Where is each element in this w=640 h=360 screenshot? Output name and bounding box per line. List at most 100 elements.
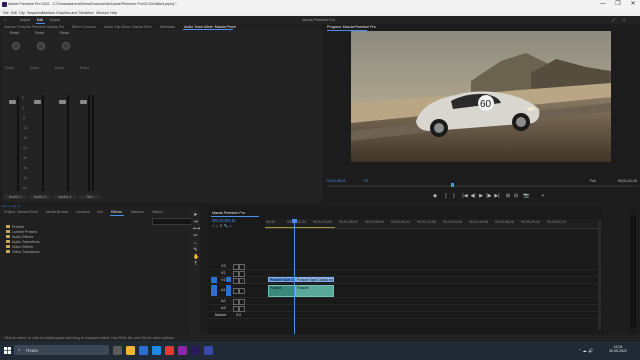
channel-2-fader[interactable]	[34, 100, 41, 104]
menu-sequence[interactable]: Sequence	[27, 11, 43, 15]
extract-icon[interactable]: ⊟	[513, 193, 519, 199]
menu-clip[interactable]: Clip	[19, 11, 25, 15]
timeline-snap-icon[interactable]: ⊓ ◇ ⊏ 🔧 ▭	[212, 224, 232, 228]
channel-3-pan-knob[interactable]	[62, 42, 70, 50]
channel-1-pan-knob[interactable]	[12, 42, 20, 50]
tab-metadata[interactable]: Metadata	[160, 25, 178, 29]
workspace-export[interactable]: Export	[50, 18, 60, 22]
fullscreen-icon[interactable]: ⤢	[612, 17, 615, 22]
zoom-level-dropdown[interactable]: Fit	[364, 179, 368, 183]
work-area-bar[interactable]	[265, 227, 335, 228]
notifications-icon[interactable]: ♫	[622, 17, 625, 22]
effect-folder-audio-effects[interactable]: Audio Effects	[12, 235, 33, 239]
mark-out-icon[interactable]: }	[451, 193, 457, 199]
step-forward-icon[interactable]: |▶	[486, 193, 492, 199]
menu-view[interactable]: View	[86, 11, 94, 15]
channel-3-read-mode[interactable]: Read	[55, 66, 64, 70]
channel-1-fader[interactable]	[9, 100, 16, 104]
system-tray-icons[interactable]: ⌃ ☁ 🔊	[578, 348, 593, 353]
task-view-icon[interactable]	[113, 346, 122, 355]
audio-clip[interactable]: Porsche	[295, 285, 334, 297]
master-volume-value[interactable]: 0.0	[236, 313, 241, 317]
effect-folder-audio-transitions[interactable]: Audio Transitions	[12, 240, 40, 244]
export-frame-icon[interactable]: 📷	[523, 193, 529, 199]
mark-in-icon[interactable]: {	[443, 193, 449, 199]
windows-start-icon[interactable]	[4, 347, 11, 354]
button-editor-icon[interactable]: +	[540, 193, 546, 199]
tab-markers[interactable]: Markers	[131, 210, 145, 214]
store-icon[interactable]	[152, 346, 161, 355]
track-label-v1[interactable]: V1	[221, 278, 226, 282]
tab-media-browser[interactable]: Media Browser	[46, 210, 68, 214]
timeline-playhead-handle[interactable]	[292, 219, 297, 223]
tab-info[interactable]: Info	[97, 210, 105, 214]
effect-folder-presets[interactable]: Presets	[12, 225, 24, 229]
effect-folder-video-transitions[interactable]: Video Transitions	[12, 250, 40, 254]
premiere-taskbar-icon[interactable]	[191, 346, 200, 355]
video-clip[interactable]: Porsche Sport Classic.mp4	[268, 277, 295, 282]
razor-tool-icon[interactable]: ✂	[193, 234, 198, 239]
master-fader[interactable]	[80, 100, 87, 104]
maximize-button[interactable]: ❐	[611, 1, 625, 8]
track-label-master[interactable]: Master	[215, 313, 227, 317]
menu-graphics[interactable]: Graphics and Titles	[56, 11, 87, 15]
effect-folder-lumetri-presets[interactable]: Lumetri Presets	[12, 230, 37, 234]
timeline-playhead[interactable]	[294, 219, 295, 334]
minimize-button[interactable]: —	[596, 1, 610, 8]
go-to-in-icon[interactable]: |◀	[462, 193, 468, 199]
taskbar-clock[interactable]: 12:04 30.05.2022	[606, 345, 630, 353]
program-monitor-title[interactable]: Program: Mazda Premiere Pro	[327, 25, 376, 29]
effects-search-input[interactable]	[152, 218, 194, 225]
close-button[interactable]: ✕	[626, 1, 640, 8]
solo-track-icon[interactable]	[239, 288, 245, 294]
program-scrub-bar[interactable]	[327, 185, 639, 187]
channel-1-read-mode[interactable]: Read	[5, 66, 14, 70]
track-target-v1[interactable]	[226, 277, 231, 282]
menu-markers[interactable]: Markers	[42, 11, 55, 15]
menu-edit[interactable]: Edit	[11, 11, 17, 15]
pen-tool-icon[interactable]: ✎	[193, 248, 198, 253]
menu-file[interactable]: File	[3, 11, 9, 15]
media-app-icon[interactable]	[178, 346, 187, 355]
effect-folder-video-effects[interactable]: Video Effects	[12, 245, 33, 249]
edge-icon[interactable]	[139, 346, 148, 355]
channel-2-read-mode[interactable]: Read	[30, 66, 39, 70]
tab-audio-clip-mixer[interactable]: Audio Clip Mixer: Mazda Premiere Pro	[104, 25, 152, 29]
track-label-a3[interactable]: A3	[221, 306, 226, 310]
timeline-timecode[interactable]: 00;01;08;11	[212, 219, 236, 223]
playback-resolution-dropdown[interactable]: Full	[590, 179, 596, 183]
track-target-a1[interactable]	[226, 285, 231, 296]
play-icon[interactable]: ▶	[478, 193, 484, 199]
source-patch-v1[interactable]	[211, 277, 217, 283]
file-explorer-icon[interactable]	[126, 346, 135, 355]
tab-project[interactable]: Project: Mazda Premiere Pro	[4, 210, 38, 214]
app-icon[interactable]	[204, 346, 213, 355]
track-select-tool-icon[interactable]: ⇥	[193, 220, 198, 225]
go-to-out-icon[interactable]: ▶|	[494, 193, 500, 199]
source-patch-a1[interactable]	[211, 285, 217, 296]
tab-source[interactable]: Source: Porsche Premiere Mazda Premiere …	[4, 25, 64, 29]
workspace-import[interactable]: Import	[20, 18, 30, 22]
program-playhead-marker[interactable]	[451, 183, 454, 187]
step-back-icon[interactable]: ◀|	[470, 193, 476, 199]
track-label-v3[interactable]: V3	[221, 264, 226, 268]
selection-tool-icon[interactable]: ➤	[193, 213, 198, 218]
opera-icon[interactable]	[165, 346, 174, 355]
tab-libraries[interactable]: Libraries	[76, 210, 92, 214]
track-label-v2[interactable]: V2	[221, 271, 226, 275]
track-label-a1[interactable]: A1	[221, 288, 226, 292]
audio-clip[interactable]: Porsche	[268, 285, 295, 297]
program-playhead-timecode[interactable]: 00;01;08;11	[327, 179, 346, 183]
workspace-edit[interactable]: Edit	[37, 18, 43, 22]
type-tool-icon[interactable]: T	[193, 262, 198, 267]
hand-tool-icon[interactable]: ✋	[193, 255, 199, 260]
lift-icon[interactable]: ⊞	[505, 193, 511, 199]
menu-window[interactable]: Window	[96, 11, 109, 15]
tab-effect-controls[interactable]: Effect Controls	[72, 25, 100, 29]
timeline-sequence-tab[interactable]: Mazda Premiere Pro	[212, 211, 245, 215]
master-read-mode[interactable]: Read	[80, 66, 89, 70]
ripple-edit-tool-icon[interactable]: ⟷	[193, 227, 200, 232]
slip-tool-icon[interactable]: ↔	[193, 241, 198, 246]
home-icon[interactable]: ⌂	[4, 17, 7, 22]
menu-help[interactable]: Help	[110, 11, 117, 15]
